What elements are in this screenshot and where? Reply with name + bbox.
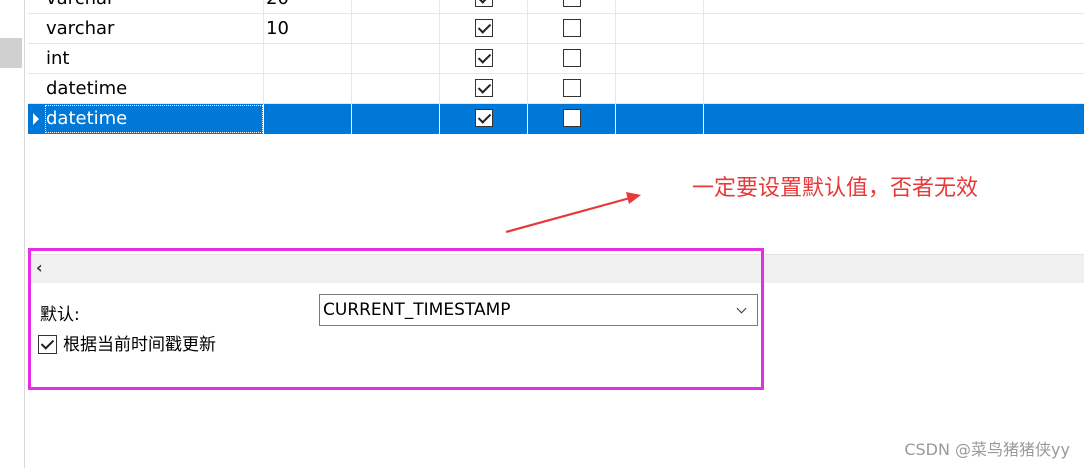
- field-type-cell[interactable]: datetime: [44, 104, 264, 134]
- not-null-cell: [440, 14, 528, 44]
- field-length-cell[interactable]: [264, 44, 352, 74]
- field-length-cell[interactable]: [264, 104, 352, 134]
- not-null-cell: [440, 74, 528, 104]
- table-row[interactable]: int: [28, 44, 1084, 74]
- default-value-text: CURRENT_TIMESTAMP: [323, 300, 511, 320]
- chevron-down-icon[interactable]: [736, 303, 747, 314]
- left-edge-marker: [0, 38, 22, 68]
- update-on-timestamp-label[interactable]: 根据当前时间戳更新: [63, 335, 216, 355]
- field-length-cell[interactable]: 10: [264, 14, 352, 44]
- key-cell: [528, 104, 616, 134]
- field-decimal-cell[interactable]: [352, 0, 440, 14]
- default-value-select[interactable]: CURRENT_TIMESTAMP: [319, 294, 758, 326]
- left-edge-strip: [0, 0, 25, 468]
- update-on-timestamp-checkbox[interactable]: [38, 335, 57, 354]
- key-cell: [528, 74, 616, 104]
- table-row[interactable]: datetime: [28, 74, 1084, 104]
- current-row-arrow-icon: [33, 113, 39, 125]
- key-checkbox[interactable]: [563, 0, 581, 7]
- not-null-checkbox[interactable]: [475, 109, 493, 127]
- row-marker-cell: [28, 0, 44, 14]
- not-null-cell: [440, 0, 528, 14]
- key-cell: [528, 0, 616, 14]
- field-type-cell[interactable]: varchar: [44, 0, 264, 14]
- row-marker-cell: [28, 14, 44, 44]
- key-checkbox[interactable]: [563, 109, 581, 127]
- key-cell: [528, 44, 616, 74]
- fields-grid: varchar 20 varchar 10 int datetime dat: [28, 0, 1084, 134]
- row-marker-cell: [28, 104, 44, 134]
- table-row[interactable]: varchar 10: [28, 14, 1084, 44]
- default-label: 默认:: [40, 305, 80, 325]
- field-decimal-cell[interactable]: [352, 44, 440, 74]
- field-length-cell[interactable]: 20: [264, 0, 352, 14]
- key-cell: [528, 14, 616, 44]
- field-comment-cell[interactable]: [616, 14, 704, 44]
- annotation-text: 一定要设置默认值，否者无效: [692, 176, 979, 201]
- horizontal-scrollbar[interactable]: ‹: [28, 254, 1084, 283]
- chevron-left-icon[interactable]: ‹: [36, 260, 43, 276]
- field-comment-cell[interactable]: [616, 104, 704, 134]
- field-decimal-cell[interactable]: [352, 104, 440, 134]
- not-null-checkbox[interactable]: [475, 19, 493, 37]
- not-null-cell: [440, 44, 528, 74]
- not-null-checkbox[interactable]: [475, 0, 493, 7]
- not-null-checkbox[interactable]: [475, 49, 493, 67]
- field-type-cell[interactable]: int: [44, 44, 264, 74]
- table-row-selected[interactable]: datetime: [28, 104, 1084, 134]
- watermark: CSDN @菜鸟猪猪侠yy: [904, 440, 1070, 459]
- key-checkbox[interactable]: [563, 19, 581, 37]
- field-comment-cell[interactable]: [616, 0, 704, 14]
- field-decimal-cell[interactable]: [352, 14, 440, 44]
- field-comment-cell[interactable]: [616, 44, 704, 74]
- field-length-cell[interactable]: [264, 74, 352, 104]
- field-type-cell[interactable]: varchar: [44, 14, 264, 44]
- row-marker-cell: [28, 44, 44, 74]
- table-row[interactable]: varchar 20: [28, 0, 1084, 14]
- row-marker-cell: [28, 74, 44, 104]
- not-null-checkbox[interactable]: [475, 79, 493, 97]
- key-checkbox[interactable]: [563, 49, 581, 67]
- field-type-cell[interactable]: datetime: [44, 74, 264, 104]
- not-null-cell: [440, 104, 528, 134]
- key-checkbox[interactable]: [563, 79, 581, 97]
- field-comment-cell[interactable]: [616, 74, 704, 104]
- field-decimal-cell[interactable]: [352, 74, 440, 104]
